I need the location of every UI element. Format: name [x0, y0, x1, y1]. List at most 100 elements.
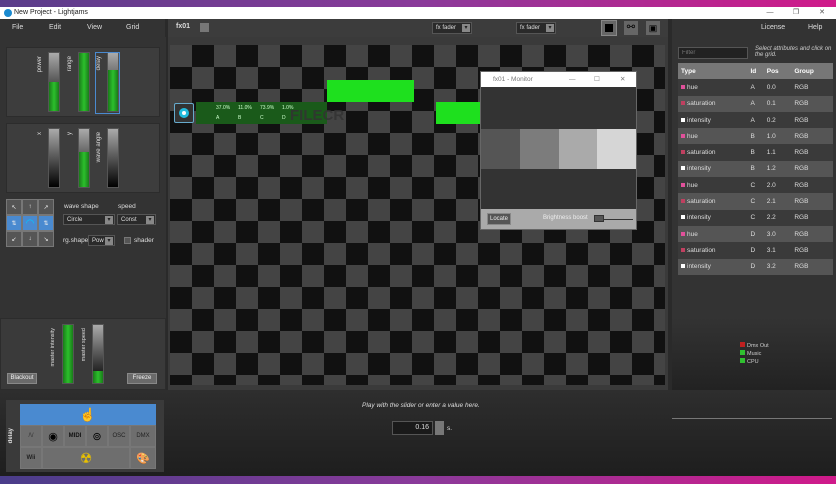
table-row[interactable]: hue A 0.0 RGB [678, 79, 833, 96]
dir-left[interactable]: ⇅ [6, 215, 22, 231]
table-cell: C [747, 193, 764, 210]
fader-select-1-value: fx fader [436, 25, 457, 31]
table-row[interactable]: hue B 1.0 RGB [678, 128, 833, 145]
type-color-icon [681, 215, 685, 220]
pos-0-fader[interactable] [48, 128, 60, 188]
filter-hint: Select attributes and click on the grid. [755, 46, 832, 58]
filter-input[interactable] [678, 47, 748, 59]
fixture-handle[interactable] [174, 103, 194, 123]
minimize-button[interactable]: — [760, 7, 780, 19]
wave-shape-select[interactable]: Circle ▾ [63, 214, 115, 225]
table-row[interactable]: hue D 3.0 RGB [678, 225, 833, 243]
fader-select-2[interactable]: fx fader ▾ [516, 22, 556, 34]
blackout-button[interactable]: Blackout [7, 373, 37, 384]
menu-file[interactable]: File [12, 19, 23, 37]
table-cell: D [747, 258, 764, 275]
menu-edit[interactable]: Edit [49, 19, 61, 37]
radioactive-icon[interactable]: ☢ [42, 447, 130, 469]
wii-source[interactable]: Wii [20, 447, 42, 469]
watermark: FILECR [290, 107, 345, 124]
link-button[interactable]: ⚯ [624, 21, 638, 35]
dir-up[interactable]: ↑ [22, 199, 38, 215]
table-cell: 0.2 [763, 111, 792, 129]
rg-shape-select[interactable]: Pow ▾ [88, 235, 115, 246]
tab-options-icon[interactable] [200, 23, 209, 32]
dir-down-right[interactable]: ↘ [38, 231, 54, 247]
dir-down-left[interactable]: ↙ [6, 231, 22, 247]
hand-pointer-icon[interactable]: ☝ [20, 404, 156, 425]
fader-0-fader[interactable] [48, 52, 60, 112]
chevron-down-icon: ▾ [546, 24, 554, 32]
dmx-device-icon[interactable]: ⊚ [86, 425, 108, 447]
monitor-maximize[interactable]: ☐ [594, 72, 600, 87]
brightness-label: Brightness boost [543, 215, 588, 221]
monitor-minimize[interactable]: — [569, 72, 576, 87]
freeze-button[interactable]: Freeze [127, 373, 157, 384]
value-spinner[interactable] [435, 421, 444, 435]
status-light-icon [740, 342, 745, 347]
table-row[interactable]: saturation A 0.1 RGB [678, 95, 833, 112]
table-row[interactable]: saturation D 3.1 RGB [678, 242, 833, 259]
column-header-type[interactable]: Type [678, 63, 748, 80]
table-row[interactable]: intensity C 2.2 RGB [678, 209, 833, 226]
midi-source[interactable]: MIDI [64, 425, 86, 447]
monitor-close[interactable]: ✕ [620, 72, 625, 87]
status-label: Dmx Out [747, 343, 769, 349]
table-cell: 1.0 [763, 128, 792, 145]
speed-select[interactable]: Const ▾ [117, 214, 156, 225]
table-row[interactable]: hue C 2.0 RGB [678, 177, 833, 194]
monitor-titlebar[interactable]: fx01 - Monitor — ☐ ✕ [481, 72, 636, 87]
column-header-group[interactable]: Group [791, 63, 833, 80]
type-label: saturation [687, 100, 716, 108]
menu-bar: File Edit View Grid [0, 19, 165, 37]
brightness-slider-thumb[interactable] [594, 215, 604, 222]
vinyl-icon[interactable]: ◉ [42, 425, 64, 447]
type-label: saturation [687, 198, 716, 206]
type-label: hue [687, 132, 698, 140]
type-label: intensity [687, 165, 711, 173]
column-header-pos[interactable]: Pos [763, 63, 792, 80]
menu-help[interactable]: Help [808, 19, 822, 37]
maximize-button[interactable]: ❐ [786, 7, 806, 19]
fx-tab[interactable]: fx01 [176, 23, 190, 30]
wave-source-icon[interactable]: /\/ [20, 425, 42, 447]
fader-select-1[interactable]: fx fader ▾ [432, 22, 472, 34]
type-color-icon [681, 231, 685, 236]
type-label: intensity [687, 214, 711, 222]
fader-1-fader[interactable] [78, 52, 90, 112]
status-label: CPU [747, 359, 759, 365]
monitor-swatch [519, 129, 559, 169]
pos-1-label: y [67, 132, 73, 135]
menu-grid[interactable]: Grid [126, 19, 139, 37]
menu-license[interactable]: License [761, 19, 785, 37]
table-cell: 0.0 [763, 79, 792, 96]
osc-source[interactable]: OSC [108, 425, 130, 447]
dir-up-left[interactable]: ↖ [6, 199, 22, 215]
value-input[interactable]: 0.16 [392, 421, 433, 435]
table-row[interactable]: intensity B 1.2 RGB [678, 160, 833, 178]
master-speed-fader[interactable] [92, 324, 104, 384]
table-cell: D [747, 242, 764, 259]
dir-up-right[interactable]: ↗ [38, 199, 54, 215]
dir-down[interactable]: ↓ [22, 231, 38, 247]
table-row[interactable]: saturation C 2.1 RGB [678, 193, 833, 210]
menu-view[interactable]: View [87, 19, 102, 37]
dir-right[interactable]: ⇅ [38, 215, 54, 231]
monitor-button[interactable]: ▣ [646, 21, 660, 35]
column-header-id[interactable]: Id [747, 63, 764, 80]
palette-icon[interactable]: 🎨 [130, 447, 156, 469]
pos-2-fader[interactable] [107, 128, 119, 188]
table-row[interactable]: intensity D 3.2 RGB [678, 258, 833, 275]
table-cell: D [747, 225, 764, 243]
table-cell: 1.2 [763, 160, 792, 178]
close-button[interactable]: ✕ [812, 7, 832, 19]
wave-center-icon[interactable]: ◠ [22, 215, 38, 231]
pos-1-fader[interactable] [78, 128, 90, 188]
dmx-source[interactable]: DMX [130, 425, 156, 447]
master-intensity-fader[interactable] [62, 324, 74, 384]
locate-button[interactable]: Locate [487, 213, 511, 225]
shader-checkbox[interactable] [124, 237, 131, 244]
table-row[interactable]: intensity A 0.2 RGB [678, 111, 833, 129]
table-row[interactable]: saturation B 1.1 RGB [678, 144, 833, 161]
stop-button[interactable] [601, 20, 617, 36]
